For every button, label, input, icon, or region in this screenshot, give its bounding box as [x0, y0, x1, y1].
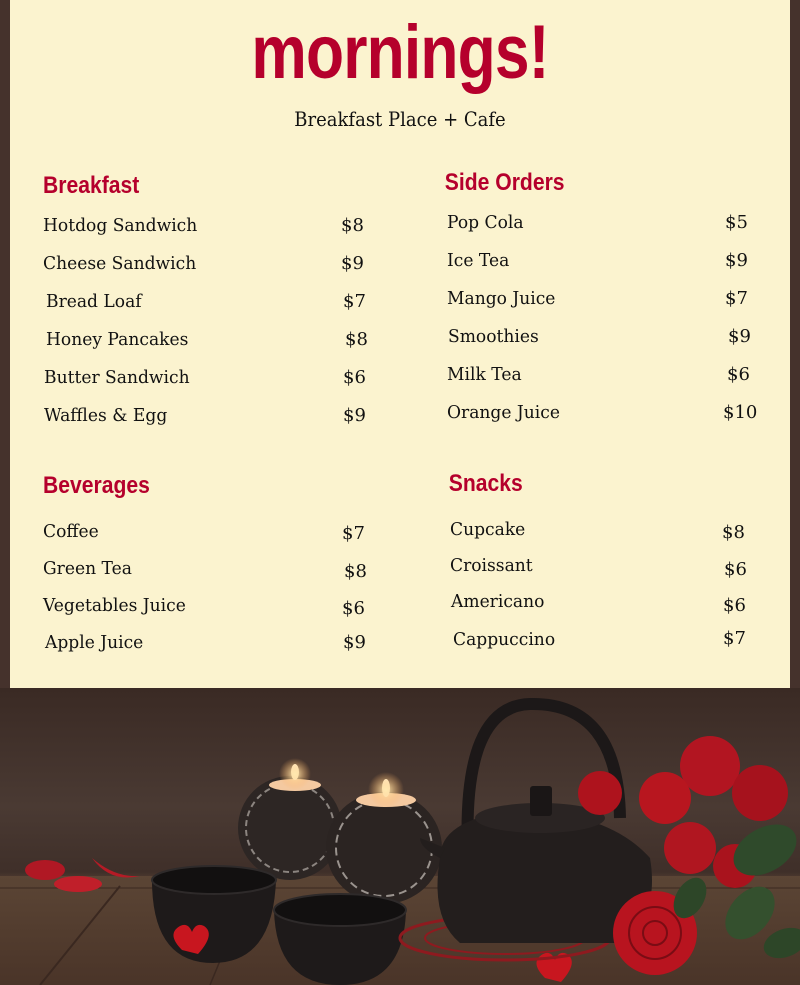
item-name: Milk Tea — [447, 364, 522, 385]
rose — [680, 736, 740, 796]
menu-item: Smoothies $9 — [436, 326, 776, 364]
item-price: $7 — [342, 523, 365, 544]
menu-item: Milk Tea $6 — [436, 364, 776, 402]
item-name: Green Tea — [43, 558, 132, 579]
item-price: $10 — [723, 402, 758, 423]
menu-item: Ice Tea $9 — [436, 250, 776, 288]
section-title: Snacks — [448, 470, 523, 497]
item-price: $9 — [725, 250, 748, 271]
rose — [578, 771, 622, 815]
item-price: $7 — [725, 288, 748, 309]
candle-holder — [238, 776, 342, 880]
item-name: Pop Cola — [447, 212, 524, 233]
item-name: Vegetables Juice — [43, 595, 186, 616]
item-name: Bread Loaf — [46, 291, 142, 312]
rose-petal — [25, 860, 65, 880]
item-name: Cheese Sandwich — [43, 253, 197, 274]
menu-item: Cappuccino $7 — [440, 627, 780, 663]
item-name: Ice Tea — [447, 250, 510, 271]
item-price: $8 — [344, 561, 367, 582]
item-name: Mango Juice — [447, 288, 556, 309]
section-title: Beverages — [43, 472, 150, 499]
item-price: $6 — [343, 367, 366, 388]
menu-item: Mango Juice $7 — [436, 288, 776, 326]
menu-item: Vegetables Juice $6 — [43, 595, 383, 632]
photo-illustration — [0, 697, 800, 985]
tea-set-photo — [0, 688, 800, 985]
item-price: $6 — [342, 598, 365, 619]
item-name: Waffles & Egg — [44, 405, 168, 426]
rose-petal — [92, 858, 140, 878]
item-name: Apple Juice — [45, 632, 144, 653]
menu-item: Bread Loaf $7 — [43, 291, 383, 329]
item-name: Honey Pancakes — [46, 329, 189, 350]
item-price: $6 — [723, 595, 746, 616]
menu-item: Hotdog Sandwich $8 — [43, 215, 383, 253]
item-price: $9 — [728, 326, 751, 347]
candle-holder — [326, 792, 442, 904]
item-price: $5 — [725, 212, 748, 233]
item-name: Croissant — [450, 555, 533, 576]
item-price: $8 — [341, 215, 364, 236]
rose — [639, 772, 691, 824]
menu-item: Coffee $7 — [43, 521, 383, 558]
item-name: Coffee — [43, 521, 99, 542]
menu-item: Apple Juice $9 — [43, 632, 383, 669]
section-side-orders: Side Orders Pop Cola $5 Ice Tea $9 Mango J… — [436, 168, 776, 440]
section-breakfast: Breakfast Hotdog Sandwich $8 Cheese Sandw… — [43, 171, 383, 443]
menu-item: Waffles & Egg $9 — [43, 405, 383, 443]
item-name: Americano — [451, 591, 545, 612]
rose — [664, 822, 716, 874]
page-subtitle: Breakfast Place + Cafe — [294, 107, 506, 131]
menu-item: Cupcake $8 — [440, 519, 780, 555]
item-price: $6 — [724, 559, 747, 580]
rose — [732, 765, 788, 821]
item-price: $8 — [345, 329, 368, 350]
section-title: Breakfast — [43, 172, 140, 199]
menu-item: Green Tea $8 — [43, 558, 383, 595]
item-price: $9 — [343, 405, 366, 426]
item-name: Cupcake — [450, 519, 526, 540]
menu-item: Orange Juice $10 — [436, 402, 776, 440]
item-price: $9 — [341, 253, 364, 274]
item-name: Cappuccino — [453, 629, 556, 650]
menu-item: Croissant $6 — [440, 555, 780, 591]
item-price: $9 — [343, 632, 366, 653]
rose-petal — [54, 876, 102, 892]
item-price: $7 — [723, 628, 746, 649]
item-name: Smoothies — [448, 326, 539, 347]
section-title: Side Orders — [444, 169, 565, 196]
menu-item: Americano $6 — [440, 591, 780, 627]
item-name: Orange Juice — [447, 402, 560, 423]
item-price: $8 — [722, 522, 745, 543]
item-name: Butter Sandwich — [44, 367, 190, 388]
menu-item: Butter Sandwich $6 — [43, 367, 383, 405]
section-snacks: Snacks Cupcake $8 Croissant $6 Americano $6… — [440, 469, 780, 663]
page-title: mornings! — [251, 10, 549, 95]
menu-item: Pop Cola $5 — [436, 212, 776, 250]
section-beverages: Beverages Coffee $7 Green Tea $8 Vegetable… — [43, 471, 383, 669]
item-name: Hotdog Sandwich — [43, 215, 198, 236]
item-price: $6 — [727, 364, 750, 385]
item-price: $7 — [343, 291, 366, 312]
menu-item: Cheese Sandwich $9 — [43, 253, 383, 291]
menu-item: Honey Pancakes $8 — [43, 329, 383, 367]
